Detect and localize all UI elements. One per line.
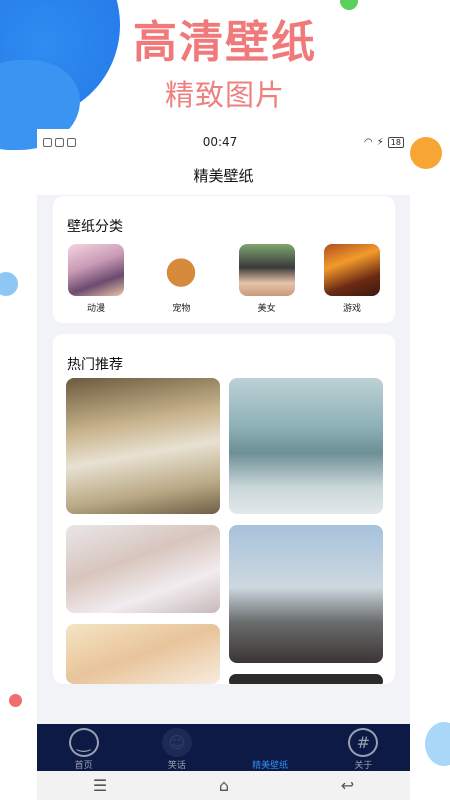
category-beauty[interactable]: 美女 [238, 244, 296, 314]
notification-icon [55, 137, 64, 147]
notification-icon [67, 137, 76, 147]
tab-label: 关于 [354, 761, 373, 771]
screen: 高清壁纸 精致图片 00:47 ◠ ⚡ 18 精美壁纸 壁纸分类 动漫 宠物 美… [0, 0, 450, 800]
notification-icon [43, 137, 52, 147]
promo-headline: 高清壁纸 [133, 17, 317, 68]
category-thumbnail [153, 244, 210, 296]
category-anime[interactable]: 动漫 [67, 244, 125, 314]
category-thumbnail [238, 244, 295, 296]
category-game[interactable]: 游戏 [323, 244, 381, 314]
wallpaper-thumbnail[interactable] [66, 624, 220, 684]
laugh-icon: ☺ [161, 728, 192, 757]
wallpaper-thumbnail[interactable] [229, 525, 383, 663]
category-label: 美女 [257, 304, 276, 314]
smile-icon: ‿ [68, 728, 99, 757]
tab-jokes[interactable]: ☺ 笑话 [130, 724, 223, 771]
category-label: 动漫 [86, 304, 105, 314]
wallpaper-thumbnail[interactable] [66, 525, 220, 613]
tab-label: 首页 [74, 761, 93, 771]
wifi-icon: ◠ [364, 136, 373, 148]
decor-blob-right [425, 722, 450, 766]
promo-subheadline: 精致图片 [164, 78, 285, 112]
tab-bar: ‿ 首页 ☺ 笑话 精美壁纸 # 关于 [37, 724, 410, 771]
tab-about[interactable]: # 关于 [317, 724, 410, 771]
back-icon[interactable]: ↩ [341, 776, 354, 795]
battery-icon: 18 [387, 136, 404, 148]
tab-label: 笑话 [167, 761, 186, 771]
category-pet[interactable]: 宠物 [152, 244, 210, 314]
tab-wallpaper[interactable]: 精美壁纸 [224, 724, 317, 771]
decor-dot-red [9, 694, 22, 707]
tab-label: 精美壁纸 [252, 761, 289, 771]
category-card: 壁纸分类 动漫 宠物 美女 游戏 [53, 196, 395, 323]
menu-icon[interactable]: ☰ [93, 776, 107, 795]
category-thumbnail [68, 244, 124, 296]
hot-title: 热门推荐 [67, 357, 123, 373]
charging-icon: ⚡ [376, 136, 384, 148]
category-list: 动漫 宠物 美女 游戏 [53, 244, 395, 314]
app-title: 精美壁纸 [37, 155, 410, 195]
category-thumbnail [323, 244, 380, 296]
system-nav-bar: ☰ ⌂ ↩ [37, 771, 410, 800]
hash-icon: # [348, 728, 379, 757]
decor-dot-orange [410, 137, 442, 169]
wallpaper-thumbnail[interactable] [66, 378, 220, 514]
hot-card: 热门推荐 [53, 334, 395, 684]
phone-screen: 00:47 ◠ ⚡ 18 精美壁纸 壁纸分类 动漫 宠物 美女 游戏 热门推荐 … [37, 129, 410, 800]
home-icon[interactable]: ⌂ [219, 776, 229, 795]
status-time: 00:47 [202, 135, 238, 149]
category-label: 宠物 [172, 304, 191, 314]
wallpaper-thumbnail[interactable] [229, 674, 383, 684]
status-icons-left [43, 137, 76, 147]
category-label: 游戏 [342, 304, 361, 314]
decor-dot-lightblue [0, 272, 18, 296]
tab-home[interactable]: ‿ 首页 [37, 724, 130, 771]
category-title: 壁纸分类 [67, 219, 123, 235]
wallpaper-thumbnail[interactable] [229, 378, 383, 514]
status-icons-right: ◠ ⚡ 18 [364, 136, 404, 148]
status-bar: 00:47 ◠ ⚡ 18 [37, 129, 410, 155]
